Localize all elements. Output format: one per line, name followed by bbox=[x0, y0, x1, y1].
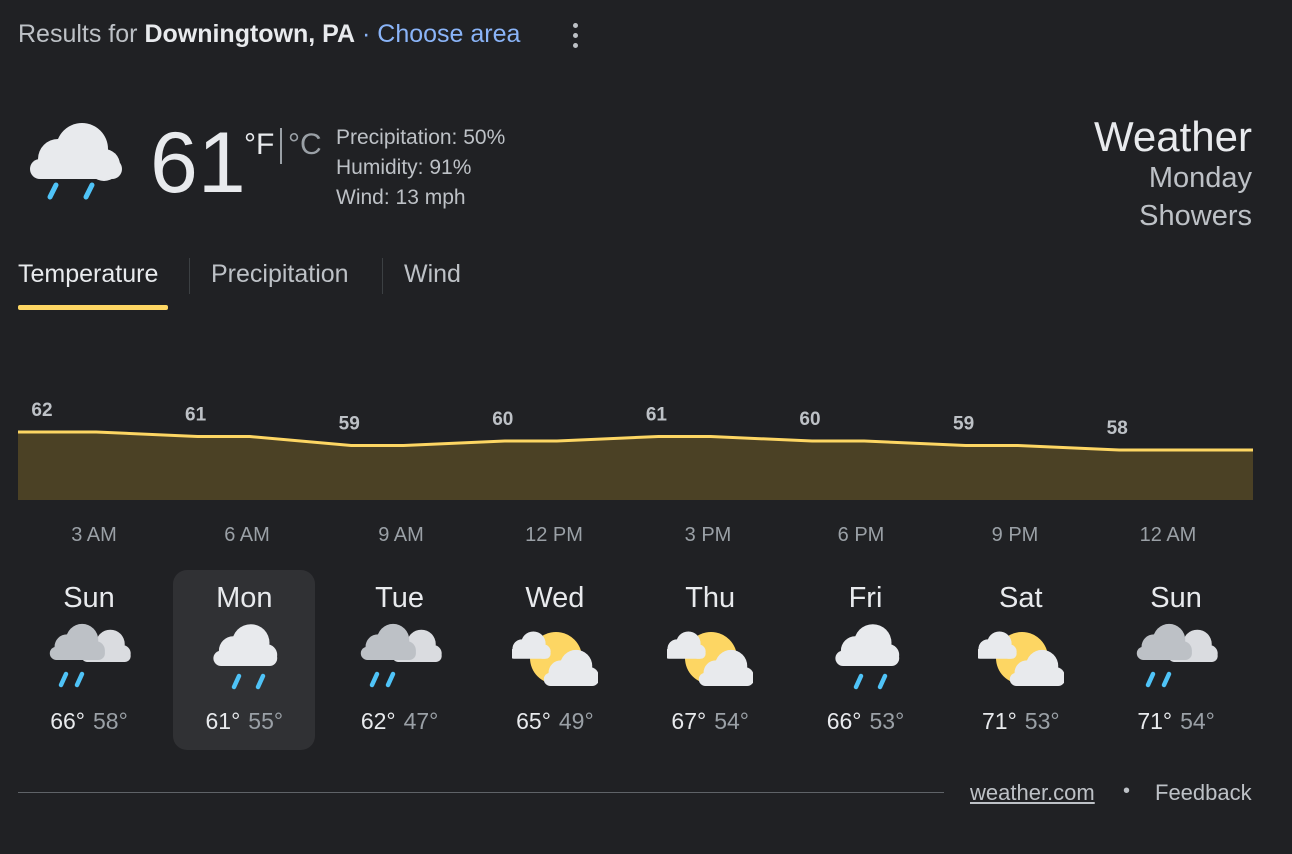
day-temps: 71° 53° bbox=[950, 708, 1092, 735]
tab-temperature[interactable]: Temperature bbox=[18, 260, 158, 289]
unit-celsius[interactable]: °C bbox=[288, 128, 322, 162]
day-card-sat[interactable]: Sat 71° 53° bbox=[950, 570, 1092, 750]
temperature-value-label: 58 bbox=[1107, 418, 1128, 439]
wind-detail: Wind: 13 mph bbox=[336, 186, 466, 209]
hour-label: 12 AM bbox=[1139, 524, 1197, 546]
hour-label: 9 AM bbox=[378, 524, 424, 546]
tab-wind[interactable]: Wind bbox=[404, 260, 461, 289]
footer-divider bbox=[18, 792, 944, 793]
temperature-area bbox=[18, 432, 1253, 500]
header-separator: · bbox=[362, 20, 371, 48]
tab-divider bbox=[382, 258, 383, 294]
current-temperature: 61 bbox=[150, 115, 246, 211]
humidity-detail: Humidity: 91% bbox=[336, 156, 472, 179]
temperature-value-label: 60 bbox=[492, 409, 513, 430]
high-temp: 61° bbox=[205, 708, 241, 734]
temperature-value-label: 59 bbox=[953, 414, 974, 435]
current-condition: Showers bbox=[1139, 200, 1252, 232]
high-temp: 71° bbox=[982, 708, 1017, 734]
more-vert-icon[interactable] bbox=[562, 20, 588, 50]
low-temp: 53° bbox=[1024, 708, 1060, 734]
day-name: Sun bbox=[1150, 582, 1202, 614]
day-name: Mon bbox=[216, 582, 273, 614]
rain-partly-cloudy-icon bbox=[360, 623, 442, 688]
low-temp: 47° bbox=[403, 708, 439, 734]
low-temp: 55° bbox=[248, 708, 284, 734]
hour-label: 6 PM bbox=[837, 524, 885, 546]
temperature-value-label: 61 bbox=[646, 405, 668, 426]
temperature-value-label: 60 bbox=[799, 409, 820, 430]
rain-partly-cloudy-icon bbox=[1136, 623, 1218, 688]
high-temp: 66° bbox=[50, 708, 85, 734]
day-name: Wed bbox=[525, 582, 585, 614]
low-temp: 54° bbox=[1180, 708, 1215, 734]
day-card-mon[interactable]: Mon 61° 55° bbox=[173, 570, 316, 750]
temperature-value-label: 59 bbox=[339, 414, 360, 435]
day-temps: 71° 54° bbox=[1105, 708, 1247, 735]
weather-com-link[interactable]: weather.com bbox=[970, 780, 1095, 806]
footer-bullet: • bbox=[1123, 780, 1131, 802]
rain-cloud-icon bbox=[213, 624, 278, 690]
partly-cloudy-icon bbox=[511, 631, 598, 686]
day-name: Thu bbox=[685, 582, 736, 614]
high-temp: 62° bbox=[360, 708, 396, 734]
unit-divider bbox=[280, 128, 282, 164]
results-header: Results for Downingtown, PA · Choose are… bbox=[18, 20, 520, 49]
choose-area-link[interactable]: Choose area bbox=[377, 20, 520, 48]
partly-cloudy-icon bbox=[977, 631, 1064, 686]
tab-divider bbox=[189, 258, 190, 294]
day-name: Tue bbox=[375, 582, 425, 614]
high-temp: 67° bbox=[671, 708, 707, 734]
day-temps: 66° 58° bbox=[18, 708, 160, 735]
hour-label: 12 PM bbox=[525, 524, 583, 546]
rain-partly-cloudy-icon bbox=[49, 623, 131, 688]
active-tab-indicator bbox=[18, 305, 168, 310]
low-temp: 58° bbox=[93, 708, 128, 734]
day-card-thu[interactable]: Thu 67° 54° bbox=[639, 570, 781, 750]
day-card-sun[interactable]: Sun 66° 58° bbox=[18, 570, 160, 750]
day-temps: 61° 55° bbox=[173, 708, 315, 735]
rain-cloud-icon bbox=[30, 123, 122, 200]
day-temps: 66° 53° bbox=[795, 708, 937, 735]
tab-precipitation[interactable]: Precipitation bbox=[211, 260, 349, 289]
hour-label: 9 PM bbox=[991, 524, 1039, 546]
precipitation-detail: Precipitation: 50% bbox=[336, 126, 506, 149]
temperature-value-label: 61 bbox=[185, 405, 207, 426]
day-card-fri[interactable]: Fri 66° 53° bbox=[795, 570, 937, 750]
day-card-sun[interactable]: Sun 71° 54° bbox=[1105, 570, 1247, 750]
high-temp: 66° bbox=[826, 708, 862, 734]
low-temp: 53° bbox=[869, 708, 905, 734]
low-temp: 49° bbox=[558, 708, 594, 734]
day-name: Fri bbox=[848, 582, 883, 614]
day-temps: 62° 47° bbox=[329, 708, 471, 735]
day-name: Sat bbox=[999, 582, 1043, 614]
current-day: Monday bbox=[1148, 162, 1252, 194]
temperature-value-label: 62 bbox=[31, 400, 52, 421]
high-temp: 71° bbox=[1137, 708, 1173, 734]
weather-title: Weather bbox=[1094, 113, 1252, 160]
day-name: Sun bbox=[63, 582, 115, 614]
day-card-wed[interactable]: Wed 65° 49° bbox=[484, 570, 626, 750]
unit-fahrenheit[interactable]: °F bbox=[244, 128, 274, 162]
results-prefix: Results for bbox=[18, 20, 138, 48]
day-card-tue[interactable]: Tue 62° 47° bbox=[329, 570, 471, 750]
low-temp: 54° bbox=[714, 708, 749, 734]
location-name: Downingtown, PA bbox=[144, 20, 356, 48]
temperature-chart[interactable]: 62 61 59 60 61 60 59 58 bbox=[0, 380, 1292, 510]
high-temp: 65° bbox=[516, 708, 551, 734]
hour-label: 6 AM bbox=[224, 524, 270, 546]
day-temps: 67° 54° bbox=[639, 708, 781, 735]
partly-cloudy-icon bbox=[667, 631, 754, 686]
feedback-link[interactable]: Feedback bbox=[1155, 780, 1252, 806]
rain-cloud-icon bbox=[834, 624, 899, 690]
day-temps: 65° 49° bbox=[484, 708, 626, 735]
hour-label: 3 AM bbox=[71, 524, 117, 546]
hour-label: 3 PM bbox=[684, 524, 732, 546]
